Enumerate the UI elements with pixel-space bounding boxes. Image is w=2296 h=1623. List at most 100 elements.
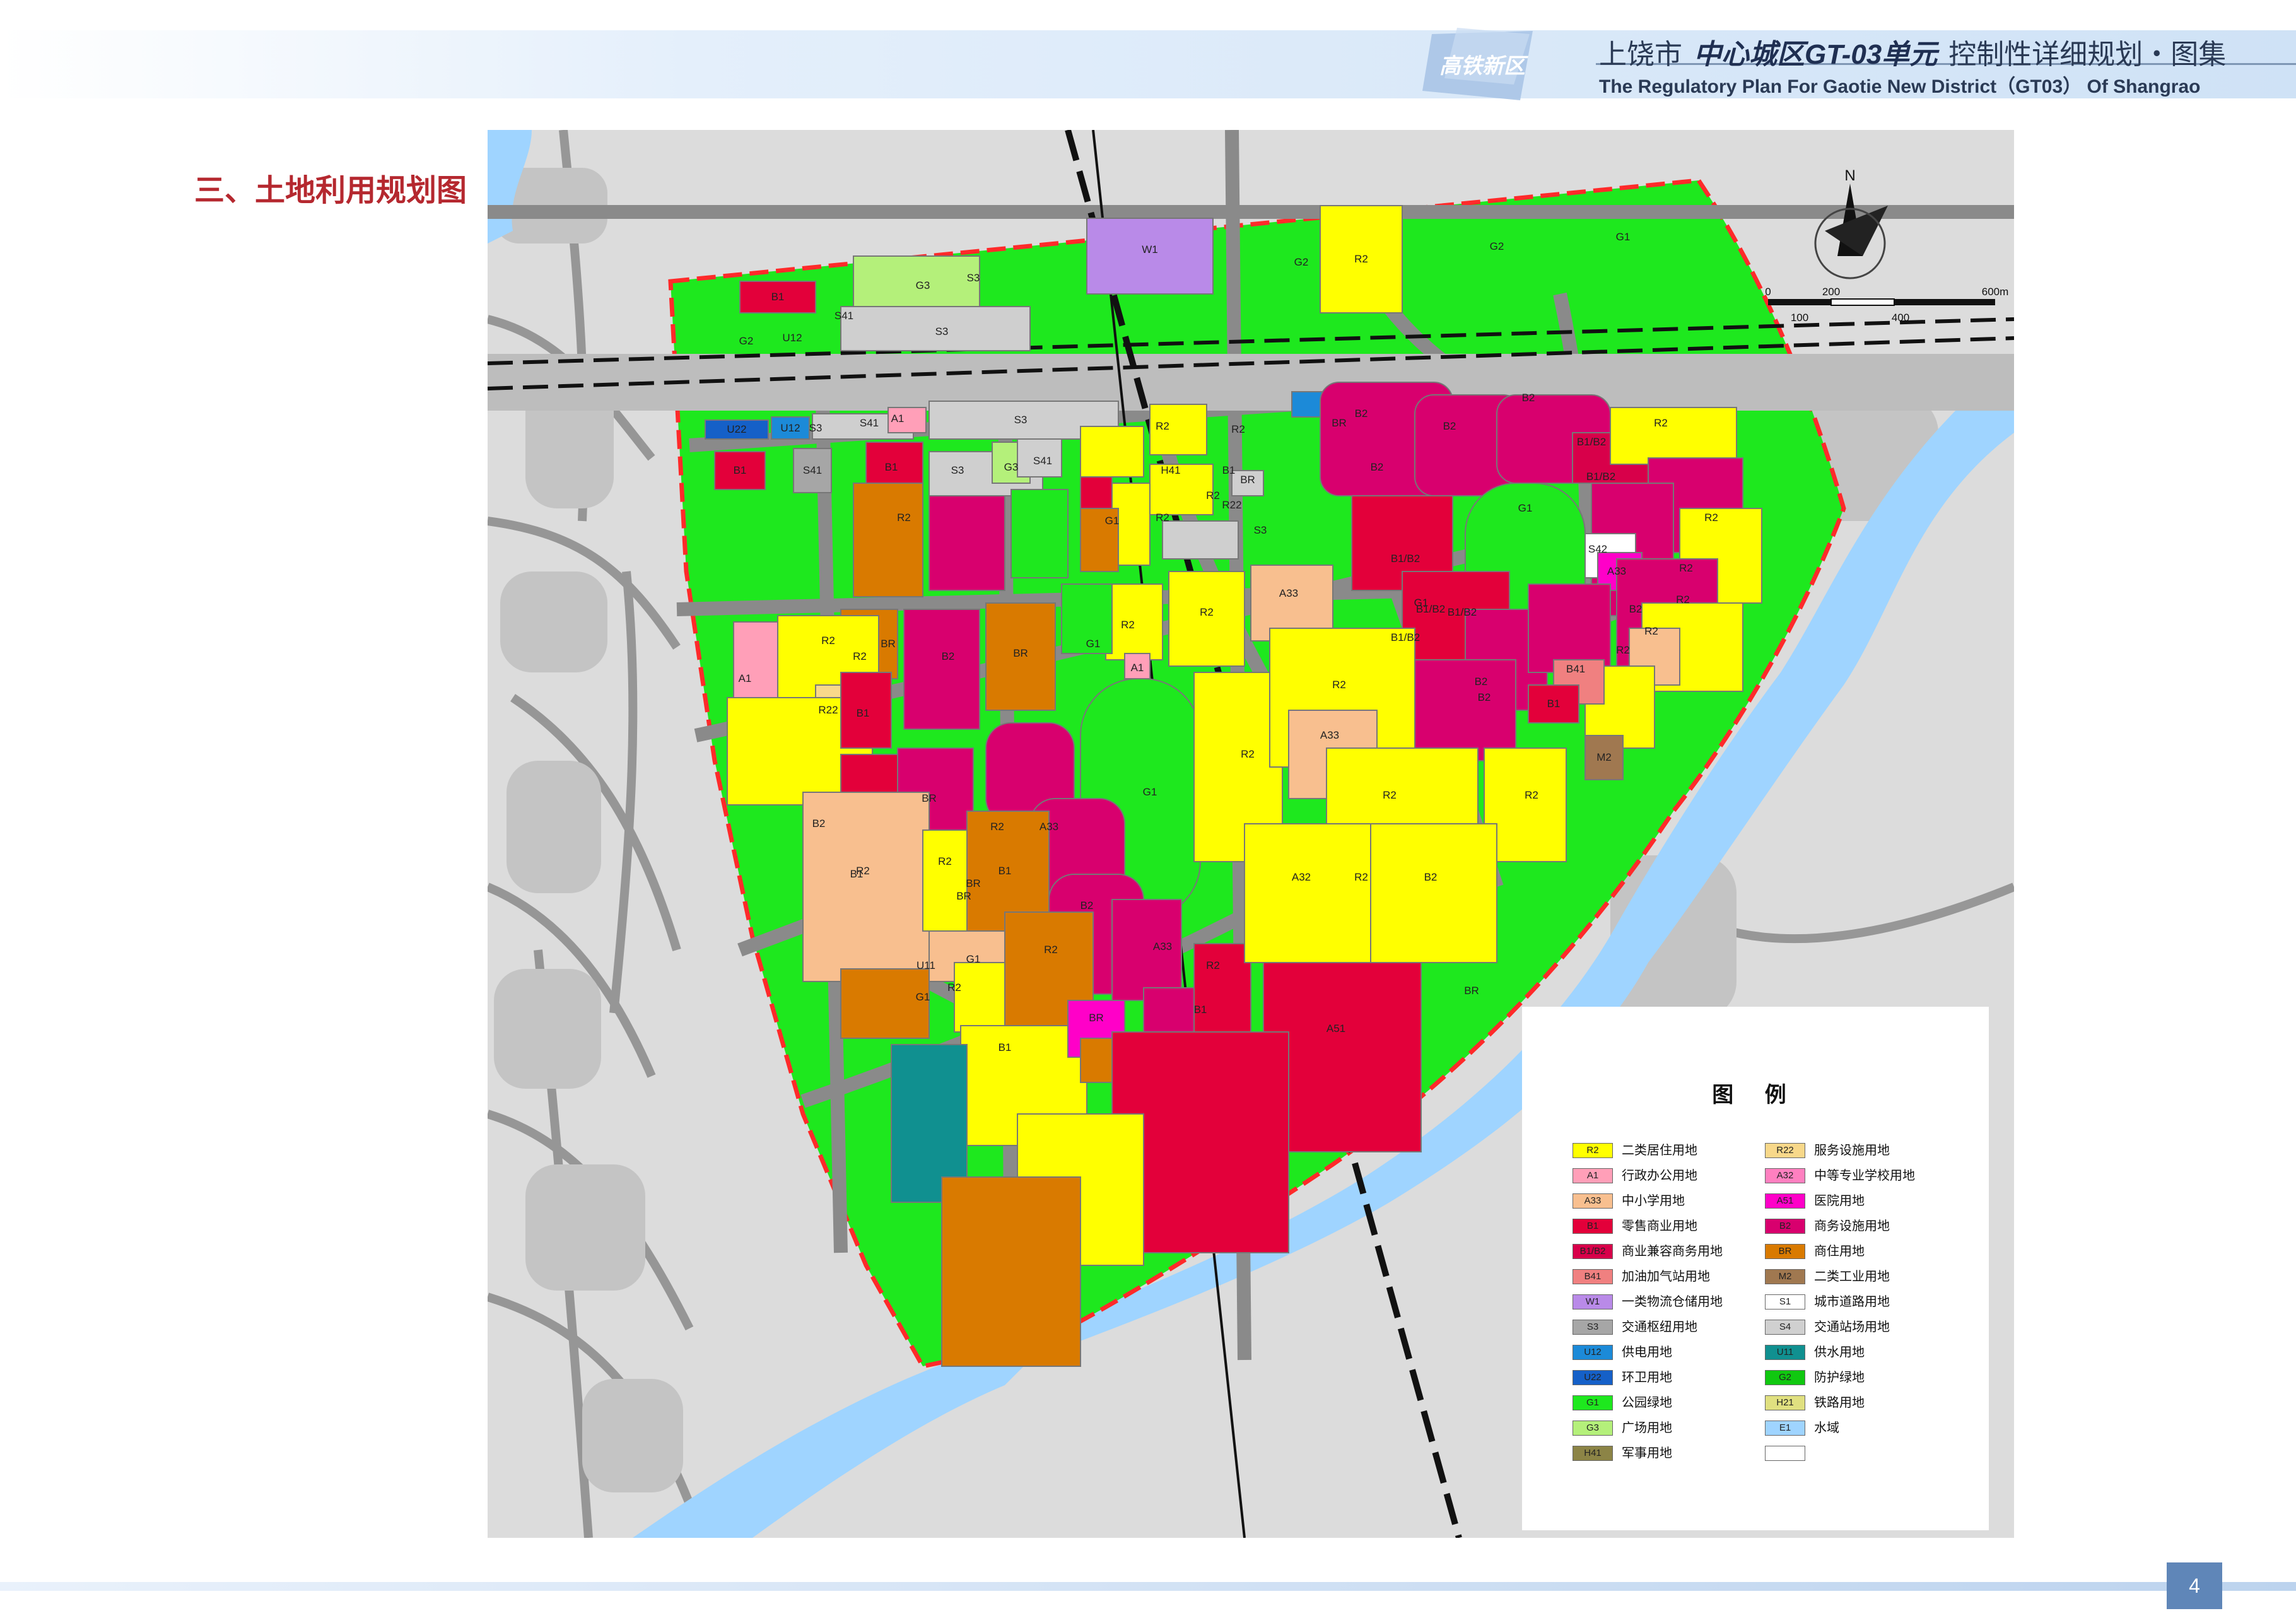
parcel-label: R2	[1616, 644, 1630, 656]
legend-label: 商住用地	[1814, 1245, 1865, 1258]
parcel-label: G1	[916, 991, 930, 1003]
parcel-label: R2	[897, 512, 911, 524]
legend-swatch: G3	[1573, 1421, 1613, 1436]
legend-label: 商业兼容商务用地	[1622, 1245, 1723, 1258]
legend-item: A32 中等专业学校用地	[1765, 1164, 1967, 1190]
parcel-label: A1	[739, 672, 752, 684]
legend-item: G1 公园绿地	[1573, 1392, 1774, 1417]
legend-swatch: H41	[1573, 1446, 1613, 1461]
parcel-label: S3	[935, 325, 949, 337]
parcel-label: B1	[1222, 464, 1236, 476]
parcel-label: B1	[885, 461, 898, 473]
legend-swatch: S3	[1573, 1320, 1613, 1335]
parcel-label: G1	[1616, 231, 1631, 243]
parcel-label: G2	[1294, 256, 1309, 268]
parcel-label: G3	[1004, 461, 1019, 473]
legend-label: 服务设施用地	[1814, 1144, 1890, 1157]
legend-label: 供电用地	[1622, 1345, 1672, 1359]
parcel-label: R2	[821, 635, 835, 647]
header-unit: 中心城区GT-03单元	[1694, 39, 1938, 70]
parcel-label: B2	[1424, 871, 1438, 883]
parcel-label: B2	[1478, 691, 1491, 703]
parcel-label: M2	[1596, 751, 1612, 763]
legend-label: 零售商业用地	[1622, 1219, 1697, 1233]
legend-item: S3 交通枢纽用地	[1573, 1316, 1774, 1341]
legend-swatch: R2	[1573, 1143, 1613, 1158]
parcel-label: B2	[1475, 676, 1488, 688]
parcel-label: R22	[1222, 499, 1241, 511]
parcel-label: G1	[1105, 515, 1120, 527]
parcel-label: G1	[1414, 597, 1429, 609]
parcel-label: B2	[942, 650, 955, 662]
legend-swatch: G1	[1573, 1395, 1613, 1410]
parcel-label: A1	[891, 413, 905, 425]
scale-top-label: 200	[1822, 286, 1840, 298]
legend-label: 交通枢纽用地	[1622, 1320, 1697, 1334]
parcel-label: A33	[1607, 565, 1626, 577]
legend-item: A51 医院用地	[1765, 1190, 1967, 1215]
legend-swatch: A1	[1573, 1168, 1613, 1183]
parcel-label: G2	[1490, 240, 1504, 252]
legend-item: B41 加油加气站用地	[1573, 1265, 1774, 1291]
parcel-label: R2	[1679, 562, 1693, 574]
parcel-label: R2	[1654, 417, 1668, 429]
parcel-label: B1	[1547, 698, 1561, 710]
legend-label: 军事用地	[1622, 1446, 1672, 1460]
parcel-label: R2	[1332, 679, 1346, 691]
legend-item: E1 水域	[1765, 1417, 1967, 1442]
legend-swatch: BR	[1765, 1244, 1805, 1259]
parcel-label: BR	[1332, 417, 1347, 429]
header-subtitle: The Regulatory Plan For Gaotie New Distr…	[1599, 76, 2201, 97]
parcel-label: BR	[1089, 1012, 1104, 1024]
legend-swatch: H21	[1765, 1395, 1805, 1410]
parcel-label: S41	[860, 417, 879, 429]
legend-item: U12 供电用地	[1573, 1341, 1774, 1366]
legend-label: 商务设施用地	[1814, 1219, 1890, 1233]
land-use-map[interactable]: W1 G2 R2 G2 G1 B1 S41 G3 S3 S3 G2 U12 U2…	[488, 130, 2014, 1538]
legend-item: BR 商住用地	[1765, 1240, 1967, 1265]
parcel-label: B1/B2	[1586, 471, 1615, 483]
legend-item: A33 中小学用地	[1573, 1190, 1774, 1215]
legend-swatch: U22	[1573, 1370, 1613, 1385]
parcel-label: B1/B2	[1391, 553, 1420, 565]
parcel-label: R2	[1525, 789, 1538, 801]
legend-item	[1765, 1442, 1967, 1467]
legend-label: 供水用地	[1814, 1345, 1865, 1359]
legend-item: A1 行政办公用地	[1573, 1164, 1774, 1190]
parcel-label: A32	[1292, 871, 1311, 883]
parcel-label: G2	[739, 335, 754, 347]
parcel-label: S41	[835, 310, 853, 322]
parcel-label: BR	[922, 792, 937, 804]
parcel-label: A51	[1327, 1022, 1345, 1034]
footer-band	[0, 1582, 2296, 1591]
legend-label: 中小学用地	[1622, 1194, 1685, 1208]
parcel-label: S3	[967, 272, 980, 284]
parcel-label: W1	[1142, 243, 1158, 255]
parcel-label: B2	[1355, 407, 1368, 419]
parcel-label: B1/B2	[1391, 631, 1420, 643]
parcel-label: U12	[782, 332, 802, 344]
legend-swatch: B1/B2	[1573, 1244, 1613, 1259]
parcel-label: U11	[917, 959, 935, 971]
legend-label: 一类物流仓储用地	[1622, 1295, 1723, 1309]
legend-item: W1 一类物流仓储用地	[1573, 1291, 1774, 1316]
parcel-label: R2	[1121, 619, 1135, 631]
parcel-label: S3	[1254, 524, 1267, 536]
legend-label: 二类居住用地	[1622, 1144, 1697, 1157]
parcel-label: A33	[1320, 729, 1339, 741]
legend-right-column: R22 服务设施用地 A32 中等专业学校用地 A51 医院用地 B2 商务设施用地 BR 商住用…	[1765, 1139, 1967, 1467]
parcel-label: B2	[1629, 603, 1643, 615]
north-label: N	[1844, 167, 1855, 184]
parcel-label: R2	[1206, 489, 1220, 501]
parcel-label: B2	[1443, 420, 1456, 432]
legend-swatch: W1	[1573, 1294, 1613, 1310]
legend-item: H41 军事用地	[1573, 1442, 1774, 1467]
logo-text: 高铁新区	[1439, 54, 1528, 79]
parcel-label: G1	[1086, 638, 1101, 650]
parcel-label: B1	[999, 1041, 1012, 1053]
legend-item: B1 零售商业用地	[1573, 1215, 1774, 1240]
parcel-label: R2	[1156, 512, 1169, 524]
legend-label: 中等专业学校用地	[1814, 1169, 1915, 1183]
parcel-label: G1	[966, 953, 981, 965]
parcel-label: BR	[956, 890, 971, 902]
